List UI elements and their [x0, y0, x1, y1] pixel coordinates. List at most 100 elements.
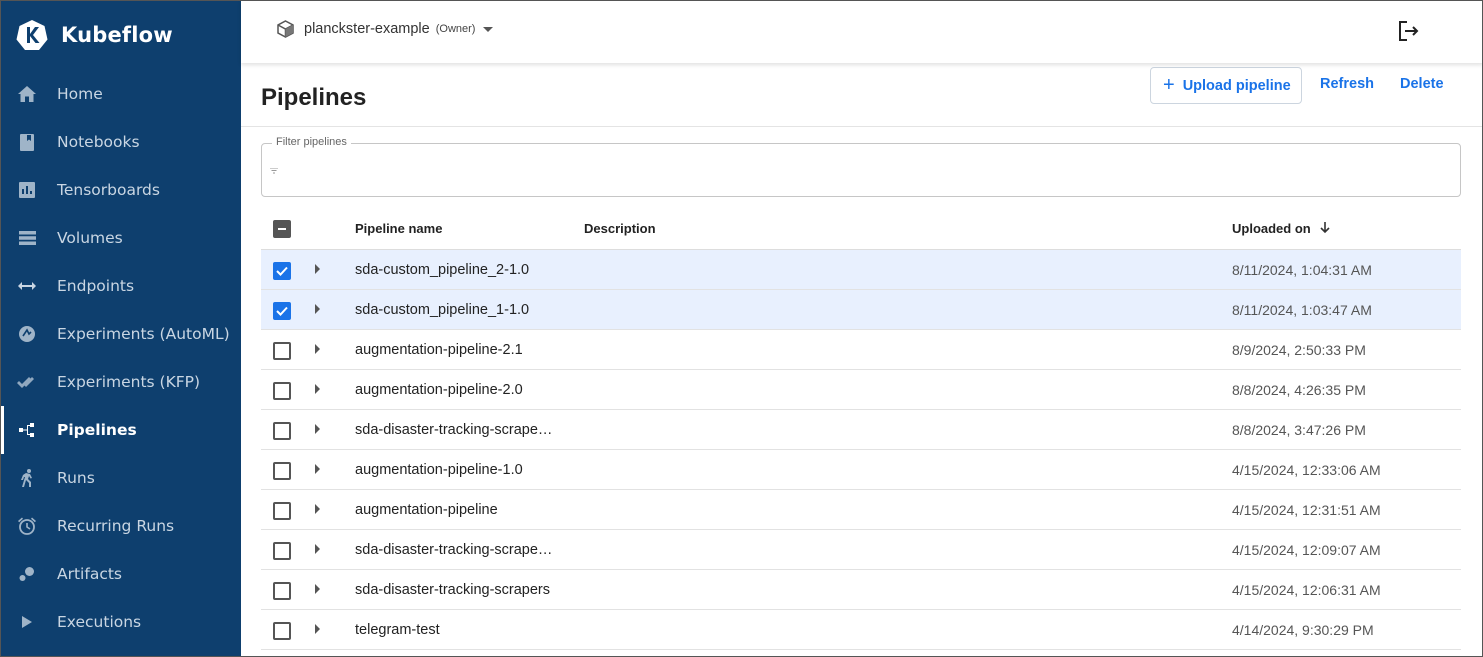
sidebar-item-label: Artifacts	[57, 565, 122, 583]
row-checkbox[interactable]	[273, 382, 291, 400]
page-title: Pipelines	[261, 84, 367, 111]
namespace-cube-icon	[277, 20, 294, 38]
sidebar-item-endpoints[interactable]: Endpoints	[0, 262, 241, 310]
sidebar-item-artifacts[interactable]: Artifacts	[0, 550, 241, 598]
sidebar-item-notebooks[interactable]: Notebooks	[0, 118, 241, 166]
pipeline-name[interactable]: sda-disaster-tracking-scrape…	[355, 542, 567, 558]
tensorboard-icon	[17, 180, 37, 200]
pipeline-name[interactable]: augmentation-pipeline	[355, 502, 567, 518]
expand-row-icon[interactable]	[315, 384, 320, 394]
column-header-uploaded[interactable]: Uploaded on	[1232, 221, 1330, 236]
expand-row-icon[interactable]	[315, 424, 320, 434]
namespace-role: (Owner)	[435, 23, 476, 35]
expand-row-icon[interactable]	[315, 464, 320, 474]
row-checkbox[interactable]	[273, 422, 291, 440]
sidebar-item-label: Runs	[57, 469, 95, 487]
table-row[interactable]: sda-custom_pipeline_2-1.0 8/11/2024, 1:04…	[261, 250, 1461, 290]
expand-row-icon[interactable]	[315, 344, 320, 354]
row-checkbox[interactable]	[273, 302, 291, 320]
pipeline-name[interactable]: augmentation-pipeline-2.1	[355, 342, 567, 358]
main-content: Pipelines + Upload pipeline Refresh Dele…	[241, 63, 1483, 657]
namespace-selector[interactable]: planckster-example (Owner)	[277, 20, 494, 38]
namespace-name: planckster-example	[304, 21, 430, 37]
sidebar-item-label: Tensorboards	[57, 181, 160, 199]
row-checkbox[interactable]	[273, 542, 291, 560]
artifacts-icon	[17, 564, 37, 584]
table-row[interactable]: sda-disaster-tracking-scrape… 4/15/2024, …	[261, 530, 1461, 570]
sidebar-item-label: Home	[57, 85, 103, 103]
pipeline-name[interactable]: sda-disaster-tracking-scrapers	[355, 582, 567, 598]
column-header-description[interactable]: Description	[584, 221, 656, 236]
filter-input[interactable]	[284, 158, 1444, 188]
sidebar-item-label: Endpoints	[57, 277, 135, 295]
sidebar-item-tensorboards[interactable]: Tensorboards	[0, 166, 241, 214]
refresh-button[interactable]: Refresh	[1320, 76, 1374, 92]
pipeline-uploaded-on: 8/8/2024, 4:26:35 PM	[1232, 382, 1366, 398]
plus-icon: +	[1163, 73, 1175, 96]
sidebar-item-experiments-kfp[interactable]: Experiments (KFP)	[0, 358, 241, 406]
sidebar-item-executions[interactable]: Executions	[0, 598, 241, 646]
pipeline-uploaded-on: 4/15/2024, 12:06:31 AM	[1232, 582, 1381, 598]
select-all-checkbox[interactable]	[273, 220, 291, 238]
column-header-name[interactable]: Pipeline name	[355, 221, 442, 236]
row-checkbox[interactable]	[273, 342, 291, 360]
sidebar-item-home[interactable]: Home	[0, 70, 241, 118]
sidebar-item-recurring-runs[interactable]: Recurring Runs	[0, 502, 241, 550]
pipeline-uploaded-on: 4/15/2024, 12:31:51 AM	[1232, 502, 1381, 518]
table-row[interactable]: augmentation-pipeline 4/15/2024, 12:31:51…	[261, 490, 1461, 530]
filter-field[interactable]: Filter pipelines	[261, 136, 1461, 197]
endpoints-icon	[17, 276, 37, 296]
kfp-icon	[17, 372, 37, 392]
pipeline-name[interactable]: sda-disaster-tracking-scrape…	[355, 422, 567, 438]
pipeline-uploaded-on: 4/15/2024, 12:33:06 AM	[1232, 462, 1381, 478]
row-checkbox[interactable]	[273, 622, 291, 640]
sidebar-item-volumes[interactable]: Volumes	[0, 214, 241, 262]
pipeline-uploaded-on: 8/8/2024, 3:47:26 PM	[1232, 422, 1366, 438]
pipeline-name[interactable]: augmentation-pipeline-2.0	[355, 382, 567, 398]
sidebar-item-label: Notebooks	[57, 133, 140, 151]
expand-row-icon[interactable]	[315, 264, 320, 274]
table-body: sda-custom_pipeline_2-1.0 8/11/2024, 1:04…	[261, 250, 1461, 650]
table-row[interactable]: augmentation-pipeline-2.0 8/8/2024, 4:26:…	[261, 370, 1461, 410]
row-checkbox[interactable]	[273, 502, 291, 520]
notebook-icon	[17, 132, 37, 152]
expand-row-icon[interactable]	[315, 304, 320, 314]
sort-arrow-down-icon	[1320, 222, 1330, 234]
expand-row-icon[interactable]	[315, 624, 320, 634]
app-name: Kubeflow	[61, 23, 173, 47]
pipeline-uploaded-on: 4/14/2024, 9:30:29 PM	[1232, 622, 1374, 638]
delete-button[interactable]: Delete	[1400, 76, 1444, 92]
volumes-icon	[17, 228, 37, 248]
sidebar-item-label: Pipelines	[57, 421, 137, 439]
table-row[interactable]: sda-disaster-tracking-scrapers 4/15/2024,…	[261, 570, 1461, 610]
column-header-uploaded-label: Uploaded on	[1232, 221, 1311, 236]
pipeline-uploaded-on: 8/11/2024, 1:03:47 AM	[1232, 302, 1372, 318]
pipeline-name[interactable]: sda-custom_pipeline_2-1.0	[355, 262, 567, 278]
expand-row-icon[interactable]	[315, 504, 320, 514]
logout-icon[interactable]	[1397, 19, 1421, 43]
table-row[interactable]: augmentation-pipeline-2.1 8/9/2024, 2:50:…	[261, 330, 1461, 370]
table-row[interactable]: sda-custom_pipeline_1-1.0 8/11/2024, 1:03…	[261, 290, 1461, 330]
pipeline-uploaded-on: 8/9/2024, 2:50:33 PM	[1232, 342, 1366, 358]
sidebar: Kubeflow Home Notebooks Tensorboards Vol…	[0, 0, 241, 657]
table-row[interactable]: augmentation-pipeline-1.0 4/15/2024, 12:3…	[261, 450, 1461, 490]
pipeline-name[interactable]: telegram-test	[355, 622, 567, 638]
kubeflow-logo-icon	[16, 20, 48, 50]
table-row[interactable]: telegram-test 4/14/2024, 9:30:29 PM	[261, 610, 1461, 650]
sidebar-item-runs[interactable]: Runs	[0, 454, 241, 502]
table-row[interactable]: sda-disaster-tracking-scrape… 8/8/2024, 3…	[261, 410, 1461, 450]
pipeline-name[interactable]: augmentation-pipeline-1.0	[355, 462, 567, 478]
runs-icon	[17, 468, 37, 488]
row-checkbox[interactable]	[273, 462, 291, 480]
expand-row-icon[interactable]	[315, 584, 320, 594]
upload-pipeline-button[interactable]: + Upload pipeline	[1150, 67, 1302, 104]
row-checkbox[interactable]	[273, 582, 291, 600]
pipeline-name[interactable]: sda-custom_pipeline_1-1.0	[355, 302, 567, 318]
pipelines-icon	[17, 420, 37, 440]
expand-row-icon[interactable]	[315, 544, 320, 554]
sidebar-item-experiments-automl[interactable]: Experiments (AutoML)	[0, 310, 241, 358]
sidebar-item-label: Volumes	[57, 229, 123, 247]
sidebar-item-pipelines[interactable]: Pipelines	[0, 406, 241, 454]
row-checkbox[interactable]	[273, 262, 291, 280]
brand[interactable]: Kubeflow	[16, 17, 173, 53]
